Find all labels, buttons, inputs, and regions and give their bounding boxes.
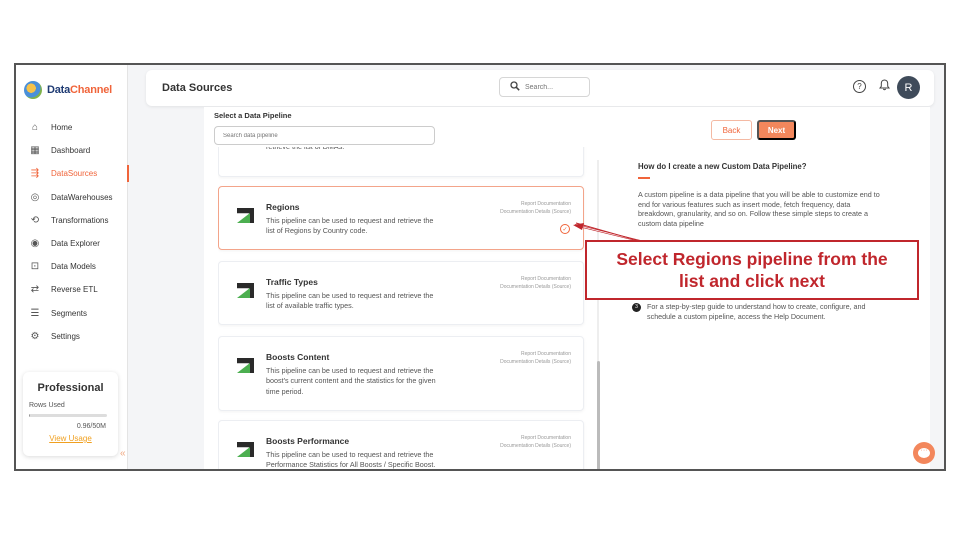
back-button[interactable]: Back (711, 120, 752, 140)
step-text: For a step-by-step guide to understand h… (647, 302, 866, 321)
pipeline-title: Regions (266, 202, 300, 212)
pipeline-doc-links: Report Documentation Documentation Detail… (500, 434, 571, 450)
plan-card: Professional Rows Used 0.96/50M View Usa… (23, 372, 118, 456)
pipeline-doc-links: Report Documentation Documentation Detail… (500, 200, 571, 216)
global-search-input[interactable] (525, 83, 580, 91)
section-label: Select a Data Pipeline (214, 111, 292, 120)
brand-logo[interactable]: DataChannel (24, 81, 112, 99)
sidebar-item-label: Segments (51, 308, 88, 318)
report-documentation-link[interactable]: Report Documentation (500, 350, 571, 358)
pipeline-description: This pipeline can be used to request and… (266, 216, 434, 236)
settings-icon: ⚙ (30, 330, 40, 342)
rows-used-label: Rows Used (29, 402, 65, 409)
sidebar-item-data-explorer[interactable]: ◉ Data Explorer (16, 232, 128, 255)
step-number-badge: 3 (632, 303, 641, 312)
datasource-icon: ⇶ (30, 168, 40, 180)
search-icon (510, 80, 520, 94)
help-icon[interactable]: ? (853, 80, 866, 93)
sidebar-item-label: Data Explorer (51, 239, 100, 249)
sidebar-item-transformations[interactable]: ⟲ Transformations (16, 209, 128, 232)
sidebar-item-dashboard[interactable]: ▦ Dashboard (16, 139, 128, 162)
pipeline-logo-accent-icon (237, 213, 250, 223)
pipeline-description: This pipeline can be used to request and… (266, 291, 434, 311)
chat-support-button[interactable]: ··· (913, 442, 935, 464)
transform-icon: ⟲ (30, 214, 40, 226)
segments-icon: ☰ (30, 307, 40, 319)
sidebar-item-label: Reverse ETL (51, 285, 98, 295)
sidebar-item-data-models[interactable]: ⊡ Data Models (16, 255, 128, 278)
rows-progress-bar (29, 414, 107, 417)
sidebar-item-label: Home (51, 123, 73, 133)
pipeline-card[interactable]: retrieve the list of DMAs. (218, 147, 584, 177)
pipeline-description: retrieve the list of DMAs. (266, 147, 441, 152)
pipeline-card[interactable]: Boosts Content This pipeline can be used … (218, 336, 584, 411)
callout-text: Select Regions pipeline from the list an… (616, 249, 888, 291)
sidebar-item-reverse-etl[interactable]: ⇄ Reverse ETL (16, 278, 128, 301)
help-title: How do I create a new Custom Data Pipeli… (638, 162, 807, 171)
help-step: 3 For a step-by-step guide to understand… (632, 302, 872, 321)
pipeline-logo-accent-icon (237, 363, 250, 373)
pipeline-title: Boosts Performance (266, 436, 350, 446)
pipeline-title: Boosts Content (266, 352, 330, 362)
sidebar-item-label: Transformations (51, 215, 109, 225)
rows-progress-fill (29, 414, 31, 417)
report-documentation-link[interactable]: Report Documentation (500, 200, 571, 208)
explorer-icon: ◉ (30, 238, 40, 250)
sidebar: DataChannel ⌂ Home ▦ Dashboard ⇶ DataSources ◎… (16, 65, 129, 469)
pipeline-list: retrieve the list of DMAs. Regions This pi… (218, 147, 590, 470)
collapse-sidebar-icon[interactable]: « (120, 448, 126, 459)
global-search[interactable] (499, 77, 590, 97)
pipeline-card[interactable]: Regions This pipeline can be used to requ… (218, 186, 584, 250)
sidebar-item-datasources[interactable]: ⇶ DataSources (16, 162, 129, 185)
pipeline-logo-accent-icon (237, 447, 250, 457)
chat-icon: ··· (918, 447, 930, 458)
documentation-details-link[interactable]: Documentation Details (Source) (500, 358, 571, 366)
database-icon: ◎ (30, 191, 40, 203)
top-header: Data Sources ? R (146, 70, 934, 106)
sidebar-item-label: DataWarehouses (51, 192, 113, 202)
sidebar-nav: ⌂ Home ▦ Dashboard ⇶ DataSources ◎ DataWarehous… (16, 116, 129, 348)
help-body: A custom pipeline is a data pipeline tha… (638, 190, 880, 228)
sidebar-item-settings[interactable]: ⚙ Settings (16, 325, 128, 348)
next-button[interactable]: Next (757, 120, 796, 140)
pipeline-doc-links: Report Documentation Documentation Detail… (500, 350, 571, 366)
page-title: Data Sources (162, 82, 233, 94)
documentation-details-link[interactable]: Documentation Details (Source) (500, 208, 571, 216)
sidebar-item-home[interactable]: ⌂ Home (16, 116, 128, 139)
documentation-details-link[interactable]: Documentation Details (Source) (500, 442, 571, 450)
report-documentation-link[interactable]: Report Documentation (500, 434, 571, 442)
pipeline-title: Traffic Types (266, 277, 318, 287)
help-title-underline (638, 177, 650, 179)
home-icon: ⌂ (31, 122, 39, 134)
user-avatar[interactable]: R (897, 76, 920, 99)
brand-name: DataChannel (47, 84, 113, 96)
reverse-etl-icon: ⇄ (30, 284, 40, 296)
pipeline-card[interactable]: Boosts Performance This pipeline can be u… (218, 420, 584, 470)
models-icon: ⊡ (30, 261, 40, 273)
sidebar-item-label: Data Models (51, 262, 96, 272)
view-usage-link[interactable]: View Usage (29, 434, 112, 443)
plan-title: Professional (37, 382, 104, 394)
annotation-callout: Select Regions pipeline from the list an… (585, 240, 919, 300)
notification-bell-icon[interactable] (878, 79, 891, 94)
pipeline-description: This pipeline can be used to request and… (266, 366, 436, 396)
sidebar-item-label: Settings (51, 331, 80, 341)
pipeline-card[interactable]: Traffic Types This pipeline can be used t… (218, 261, 584, 325)
sidebar-item-datawarehouses[interactable]: ◎ DataWarehouses (16, 186, 128, 209)
pipeline-doc-links: Report Documentation Documentation Detail… (500, 275, 571, 291)
report-documentation-link[interactable]: Report Documentation (500, 275, 571, 283)
sidebar-item-label: DataSources (51, 169, 98, 179)
sidebar-item-label: Dashboard (51, 146, 91, 156)
selected-check-icon: ✓ (560, 224, 570, 234)
pipeline-logo-accent-icon (237, 288, 250, 298)
documentation-details-link[interactable]: Documentation Details (Source) (500, 283, 571, 291)
list-scrollbar-thumb[interactable] (597, 361, 600, 469)
logo-icon (24, 81, 42, 99)
rows-used-value: 0.96/50M (76, 423, 106, 430)
sidebar-item-segments[interactable]: ☰ Segments (16, 302, 128, 325)
pipeline-description: This pipeline can be used to request and… (266, 450, 436, 470)
pipeline-search-input[interactable] (214, 126, 435, 145)
dashboard-icon: ▦ (30, 145, 40, 157)
